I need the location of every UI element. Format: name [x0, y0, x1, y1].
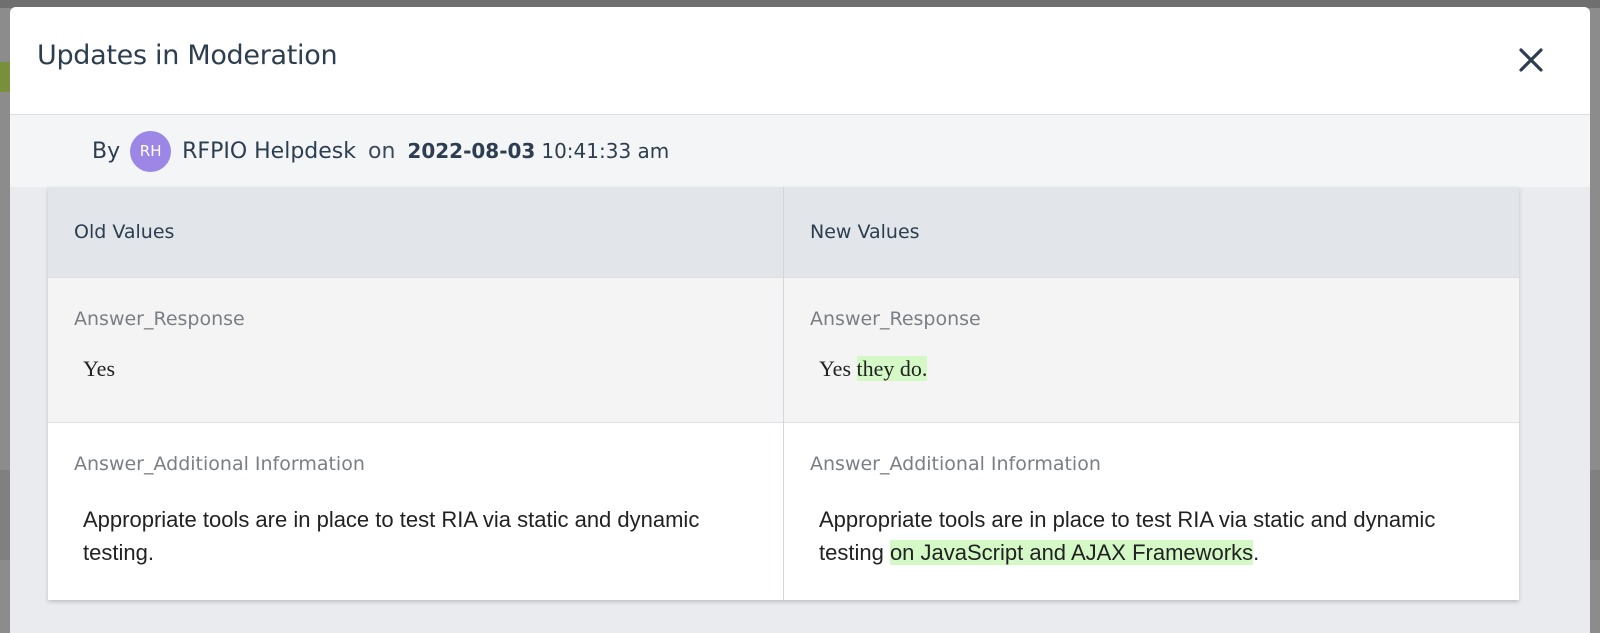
close-button[interactable] — [1516, 45, 1546, 75]
new-value: Appropriate tools are in place to test R… — [810, 503, 1493, 569]
update-time: 10:41:33 am — [541, 139, 670, 163]
column-header-old-values: Old Values — [48, 187, 784, 277]
update-byline: By RH RFPIO Helpdesk on 2022-08-03 10:41… — [10, 115, 1590, 187]
field-label: Answer_Additional Information — [74, 452, 365, 475]
update-date: 2022-08-03 — [407, 139, 536, 163]
table-row: Answer_Additional Information Appropriat… — [48, 421, 1519, 600]
modal-header: Updates in Moderation — [10, 7, 1590, 115]
close-icon — [1519, 48, 1543, 72]
user-name: RFPIO Helpdesk — [182, 138, 356, 164]
old-value-cell: Answer_Additional Information Appropriat… — [48, 421, 784, 600]
table-row: Answer_Response Yes Answer_Response Yes … — [48, 276, 1519, 422]
modal-title: Updates in Moderation — [37, 40, 338, 71]
old-value: Appropriate tools are in place to test R… — [83, 506, 700, 565]
column-header-new-values: New Values — [783, 187, 1519, 277]
avatar: RH — [130, 130, 172, 172]
unchanged-text-tail: . — [1253, 539, 1260, 565]
field-label: Answer_Response — [810, 307, 981, 330]
by-label: By — [92, 138, 121, 164]
new-value-cell: Answer_Response Yes they do. — [783, 276, 1519, 422]
old-value-cell: Answer_Response Yes — [48, 276, 784, 422]
moderation-modal: Updates in Moderation By RH RFPIO Helpde… — [10, 7, 1590, 633]
old-value: Yes — [83, 355, 116, 381]
new-value-cell: Answer_Additional Information Appropriat… — [783, 421, 1519, 600]
field-label: Answer_Response — [74, 307, 245, 330]
new-value: Yes they do. — [810, 355, 1493, 382]
field-label: Answer_Additional Information — [810, 452, 1101, 475]
on-label: on — [368, 138, 396, 164]
unchanged-text: Yes — [819, 355, 857, 381]
changes-table: Old Values New Values Answer_Response Ye… — [48, 187, 1519, 600]
added-text-highlight: they do. — [856, 355, 928, 381]
added-text-highlight: on JavaScript and AJAX Frameworks — [889, 539, 1254, 565]
